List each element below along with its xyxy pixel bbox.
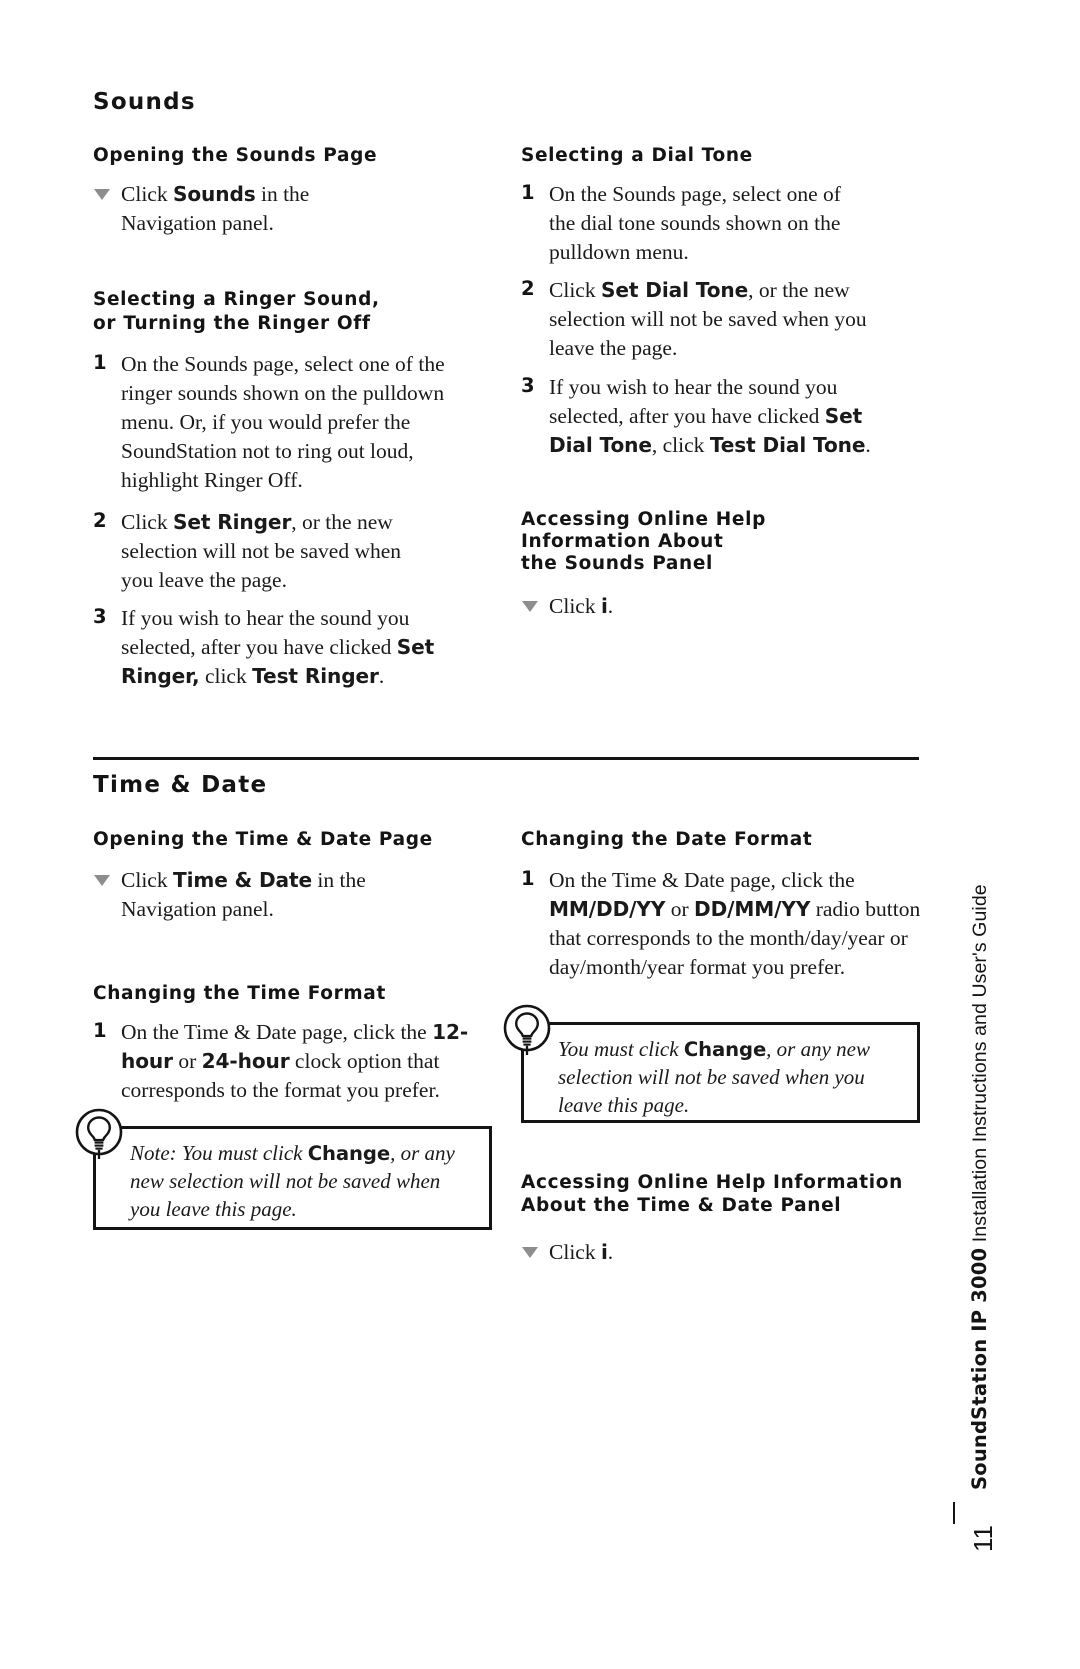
- list-item-text: If you wish to hear the sound you select…: [549, 375, 871, 457]
- list-item-text: Click Set Ringer, or the new selection w…: [121, 510, 402, 592]
- running-footer-spine: SoundStation IP 3000 Installation Instru…: [968, 884, 992, 1490]
- subheading-opening-sounds-page: Opening the Sounds Page: [93, 145, 378, 166]
- spine-brand: SoundStation IP 3000: [968, 1247, 991, 1490]
- list-item: Click Sounds in the Navigation panel.: [93, 180, 393, 238]
- triangle-bullet-icon: [94, 189, 110, 200]
- list-item: 1 On the Sounds page, select one of the …: [93, 350, 481, 495]
- list-item-text: On the Time & Date page, click the 12-ho…: [121, 1020, 469, 1102]
- page-number: 11: [968, 1525, 998, 1552]
- list-item: 2 Click Set Dial Tone, or the new select…: [521, 276, 881, 363]
- triangle-bullet-icon: [522, 601, 538, 612]
- subheading-changing-time-format: Changing the Time Format: [93, 983, 386, 1004]
- list-item-text: Click Time & Date in the Navigation pane…: [121, 868, 366, 921]
- list-item: Click i.: [521, 1238, 821, 1267]
- list-item-number: 2: [93, 509, 107, 532]
- list-item: 2 Click Set Ringer, or the new selection…: [93, 508, 423, 595]
- list-item: 3 If you wish to hear the sound you sele…: [93, 604, 445, 691]
- list-item-text: Click i.: [549, 1240, 614, 1264]
- note-text: You must click Change, or any new select…: [558, 1037, 870, 1117]
- note-box-time-format: Note: You must click Change, or any new …: [93, 1126, 492, 1230]
- triangle-bullet-icon: [94, 875, 110, 886]
- subheading-opening-time-date-page: Opening the Time & Date Page: [93, 829, 433, 850]
- document-page: Sounds Opening the Sounds Page Click Sou…: [0, 0, 1080, 1669]
- list-item-text: On the Sounds page, select one of the di…: [549, 182, 841, 264]
- list-item-text: If you wish to hear the sound you select…: [121, 606, 435, 688]
- list-item-text: Click i.: [549, 594, 614, 618]
- section-divider: [93, 757, 919, 760]
- list-item-number: 1: [521, 867, 535, 890]
- section-title-time-and-date: Time & Date: [93, 772, 268, 798]
- note-text: Note: You must click Change, or any new …: [130, 1141, 455, 1221]
- list-item-number: 3: [521, 374, 535, 397]
- list-item: Click Time & Date in the Navigation pane…: [93, 866, 413, 924]
- subheading-changing-date-format: Changing the Date Format: [521, 829, 813, 850]
- list-item-text: Click Sounds in the Navigation panel.: [121, 182, 310, 235]
- list-item: 1 On the Sounds page, select one of the …: [521, 180, 861, 267]
- triangle-bullet-icon: [522, 1247, 538, 1258]
- subheading-accessing-online-help-time-date: Accessing Online Help Information About t…: [521, 1172, 903, 1216]
- list-item: 1 On the Time & Date page, click the 12-…: [93, 1018, 485, 1105]
- spine-tail: Installation Instructions and User's Gui…: [969, 884, 991, 1248]
- note-box-date-format: You must click Change, or any new select…: [521, 1022, 920, 1123]
- list-item-text: On the Sounds page, select one of the ri…: [121, 352, 445, 492]
- list-item-number: 3: [93, 605, 107, 628]
- subheading-accessing-online-help-sounds: Accessing Online Help Information About th…: [521, 509, 766, 574]
- list-item: 1 On the Time & Date page, click the MM/…: [521, 866, 921, 982]
- list-item: Click i.: [521, 592, 821, 621]
- subheading-selecting-ringer-sound: Selecting a Ringer Sound, or Turning the …: [93, 289, 380, 334]
- list-item-number: 1: [93, 1019, 107, 1042]
- lightbulb-icon: [501, 1004, 553, 1056]
- section-title-sounds: Sounds: [93, 89, 196, 115]
- list-item: 3 If you wish to hear the sound you sele…: [521, 373, 893, 460]
- folio-rule: [953, 1502, 955, 1524]
- subheading-selecting-dial-tone: Selecting a Dial Tone: [521, 145, 753, 166]
- list-item-number: 2: [521, 277, 535, 300]
- list-item-text: On the Time & Date page, click the MM/DD…: [549, 868, 921, 979]
- list-item-number: 1: [521, 181, 535, 204]
- list-item-text: Click Set Dial Tone, or the new selectio…: [549, 278, 867, 360]
- lightbulb-icon: [73, 1108, 125, 1160]
- list-item-number: 1: [93, 351, 107, 374]
